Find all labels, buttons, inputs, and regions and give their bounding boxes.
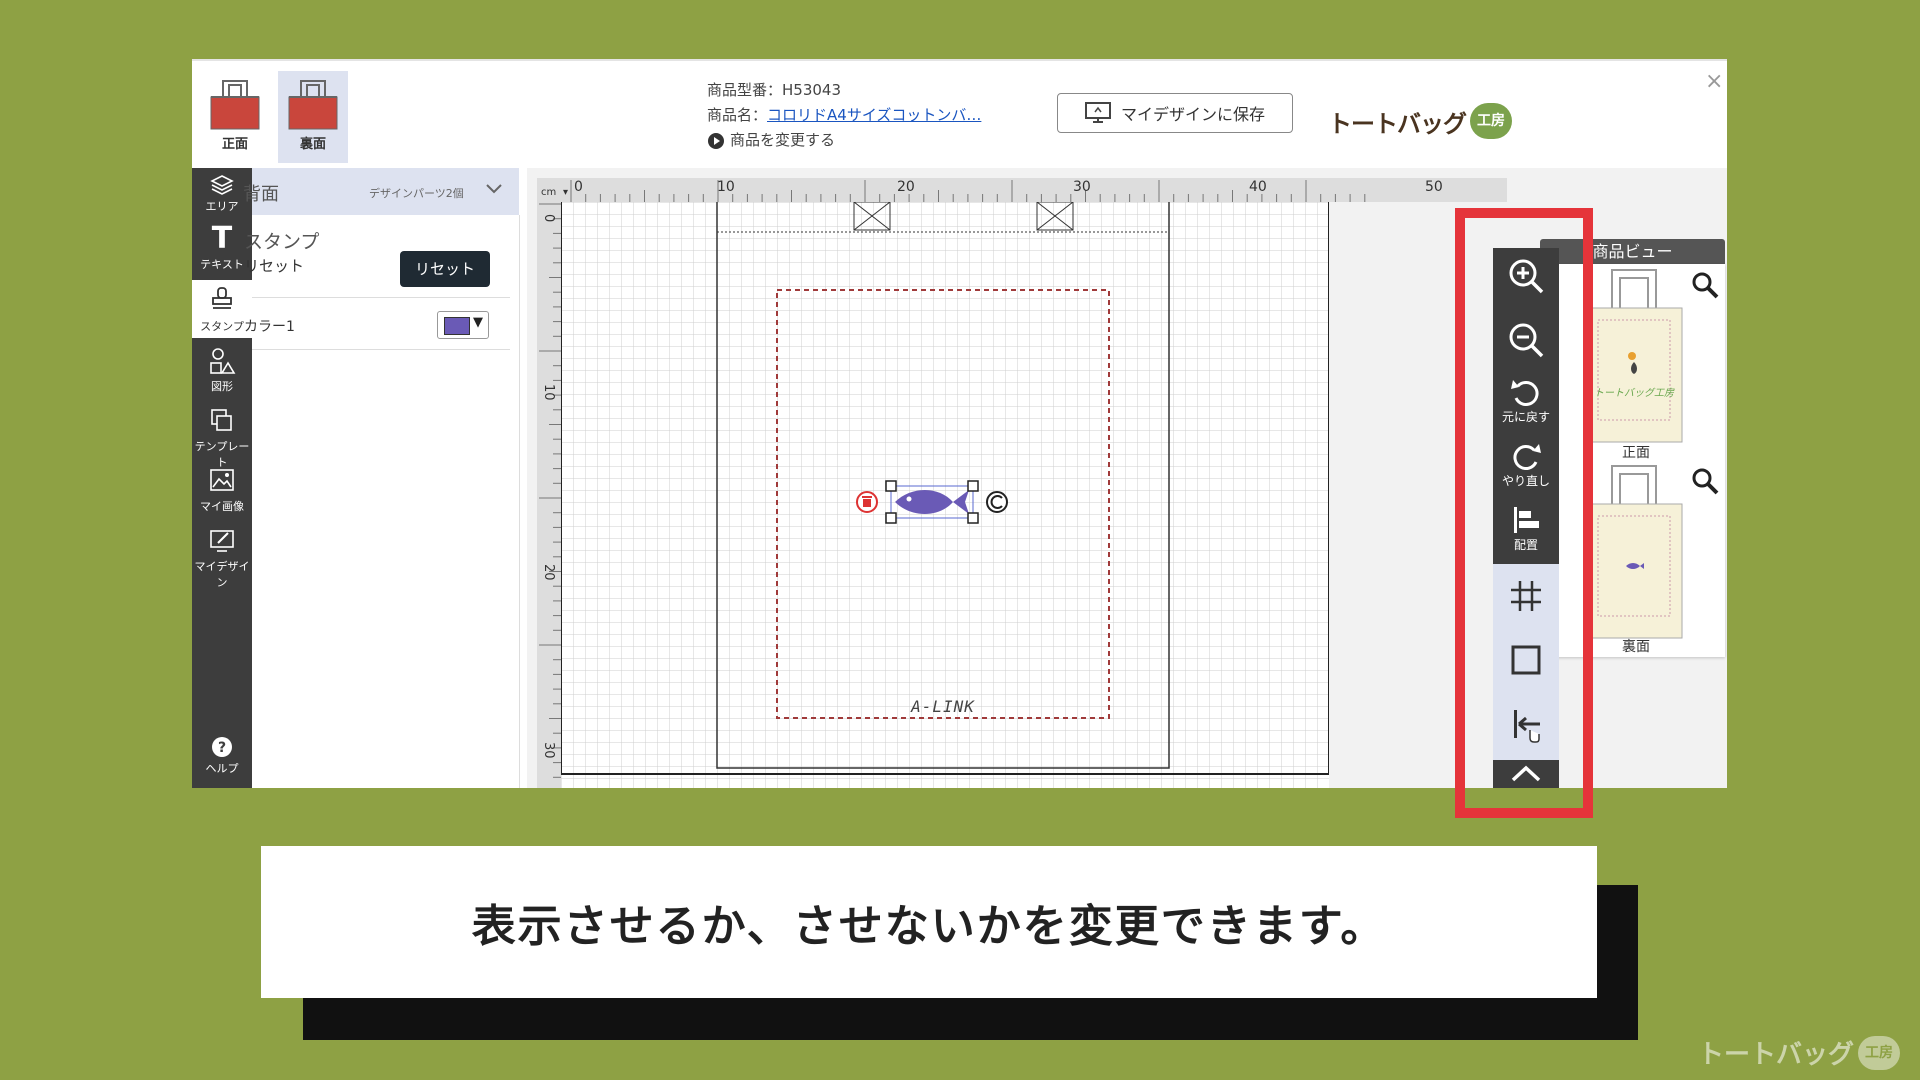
logo-text: トートバッグ — [1328, 109, 1467, 138]
product-name: 商品名：コロリドA4サイズコットンバ… — [707, 103, 981, 128]
product-code: 商品型番：H53043 — [707, 81, 841, 99]
toolbar-highlight-frame — [1455, 208, 1593, 818]
unit-caret[interactable]: ▾ — [563, 187, 568, 198]
ruler-h-label: 0 — [574, 179, 583, 195]
brand-print-text: A-LINK — [910, 697, 975, 716]
design-parts-count: デザインパーツ2個 — [369, 187, 464, 200]
front-bag-logo-text: トートバッグ工房 — [1594, 387, 1675, 399]
ruler-h-label: 50 — [1425, 179, 1443, 195]
front-label: 正面 — [1622, 445, 1650, 461]
ruler-h-label: 30 — [1073, 179, 1091, 195]
design-surface[interactable]: A-LINK — [561, 202, 1329, 788]
ruler-v-label: 30 — [541, 742, 556, 759]
color-swatch — [444, 317, 470, 335]
sidebar-item-shape[interactable]: 図形 — [192, 346, 252, 402]
ruler-v-label: 20 — [541, 564, 556, 581]
product-info: 商品型番：H53043 商品名：コロリドA4サイズコットンバ… 商品を変更する — [707, 78, 981, 153]
sidebar-item-help-label: ヘルプ — [205, 762, 239, 775]
play-circle-icon — [708, 132, 724, 149]
sidebar-item-my-design-label: マイデザイン — [194, 560, 250, 589]
back-label: 裏面 — [1622, 639, 1650, 655]
brand-logo: トートバッグ 工房 — [1328, 103, 1512, 139]
bag-back-icon — [288, 80, 338, 130]
sidebar-item-stamp-label: スタンプ — [200, 320, 244, 333]
product-name-prefix: 商品名： — [707, 106, 768, 124]
change-product-link[interactable]: 商品を変更する — [707, 128, 981, 153]
tab-back[interactable]: 裏面 — [278, 71, 348, 163]
logo-badge: 工房 — [1470, 103, 1512, 139]
close-icon[interactable]: × — [1705, 69, 1723, 94]
my-design-icon — [210, 530, 234, 552]
zoom-front-icon[interactable] — [1690, 270, 1720, 300]
sidebar-item-my-image-label: マイ画像 — [200, 500, 244, 513]
sidebar-item-my-image[interactable]: マイ画像 — [192, 466, 252, 522]
sidebar-item-shape-label: 図形 — [211, 380, 233, 393]
save-button-label: マイデザインに保存 — [1120, 105, 1265, 124]
ruler-h-label: 20 — [897, 179, 915, 195]
tab-front-label: 正面 — [221, 137, 248, 152]
bag-front-icon — [210, 80, 260, 130]
product-name-link[interactable]: コロリドA4サイズコットンバ… — [767, 106, 981, 124]
save-to-my-design-button[interactable]: マイデザインに保存 — [1057, 93, 1293, 133]
area-selector[interactable]: 背面 デザインパーツ2個 — [243, 168, 519, 215]
sidebar-item-text-label: テキスト — [200, 258, 244, 271]
unit-label: cm — [541, 187, 556, 198]
resize-handle[interactable] — [967, 512, 979, 524]
section-title: スタンプ — [244, 231, 320, 253]
tab-back-label: 裏面 — [299, 137, 326, 152]
sidebar-item-area-label: エリア — [205, 200, 239, 213]
sidebar-item-text[interactable]: T テキスト — [192, 222, 252, 280]
tool-sidebar: エリア T テキスト スタンプ 図形 テンプレート マイ画像 マイデザイン ? … — [192, 168, 252, 788]
color-1-label: カラー1 — [244, 319, 295, 335]
image-icon — [210, 469, 234, 491]
text-t-icon: T — [211, 221, 233, 256]
chevron-down-icon — [486, 184, 502, 194]
watermark-text: トートバッグ — [1698, 1040, 1855, 1070]
template-icon — [211, 409, 232, 431]
stamp-settings-panel: スタンプ リセット リセット カラー1 ▼ — [244, 215, 520, 788]
shapes-icon — [210, 348, 236, 374]
caption-text: 表示させるか、させないかを変更できます。 — [261, 846, 1597, 998]
svg-text:?: ? — [218, 740, 226, 756]
sidebar-item-stamp[interactable]: スタンプ — [192, 280, 252, 338]
reset-button[interactable]: リセット — [400, 251, 490, 287]
divider — [252, 349, 510, 350]
monitor-icon — [1084, 102, 1111, 123]
ruler-h-label: 40 — [1249, 179, 1267, 195]
resize-handle[interactable] — [885, 480, 897, 492]
horizontal-ruler: cm ▾ 0 10 20 30 40 50 — [537, 178, 1507, 202]
layers-icon — [210, 175, 234, 195]
rotate-icon[interactable] — [986, 491, 1008, 513]
watermark: トートバッグ 工房 — [1698, 1034, 1901, 1071]
ruler-v-label: 0 — [541, 214, 556, 222]
ruler-h-label: 10 — [717, 179, 735, 195]
tab-front[interactable]: 正面 — [200, 71, 270, 163]
dropdown-arrow-icon: ▼ — [473, 315, 483, 330]
back-bag-preview[interactable] — [1584, 464, 1684, 640]
ruler-v-label: 10 — [541, 384, 556, 401]
area-title: 背面 — [243, 184, 279, 205]
sidebar-item-template[interactable]: テンプレート — [192, 406, 252, 469]
stamp-icon — [212, 287, 232, 309]
watermark-badge: 工房 — [1858, 1035, 1901, 1070]
help-icon: ? — [212, 737, 232, 757]
reset-label: リセット — [244, 257, 305, 275]
color-1-select[interactable]: ▼ — [437, 311, 489, 339]
zoom-back-icon[interactable] — [1690, 466, 1720, 496]
sidebar-item-my-design[interactable]: マイデザイン — [192, 526, 252, 589]
divider — [252, 297, 510, 298]
change-product-label: 商品を変更する — [730, 131, 836, 149]
vertical-ruler: 0 10 20 30 — [537, 202, 561, 788]
sidebar-item-help[interactable]: ? ヘルプ — [192, 736, 252, 780]
resize-handle[interactable] — [967, 480, 979, 492]
delete-icon[interactable] — [856, 491, 878, 513]
resize-handle[interactable] — [885, 512, 897, 524]
sidebar-item-template-label: テンプレート — [194, 440, 250, 469]
front-bag-preview[interactable]: トートバッグ工房 — [1584, 268, 1684, 444]
